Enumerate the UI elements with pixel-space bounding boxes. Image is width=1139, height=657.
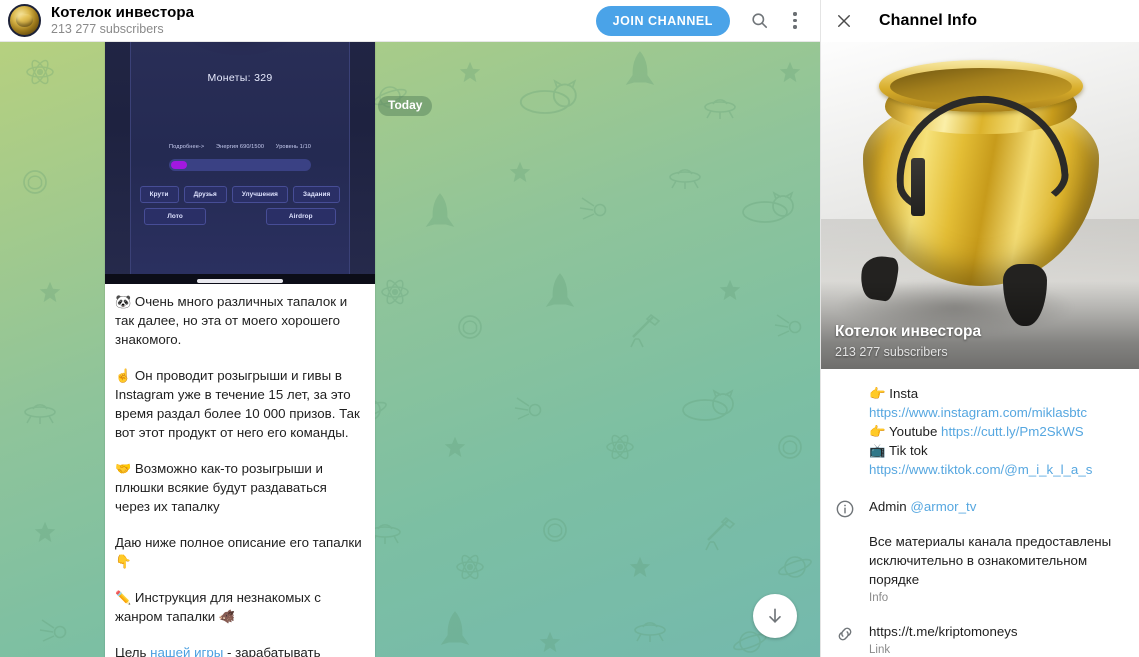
- tiktok-link[interactable]: https://www.tiktok.com/@m_i_k_l_a_s: [869, 462, 1092, 477]
- chat-column: Котелок инвестора 213 277 subscribers JO…: [0, 0, 820, 657]
- tiktok-label: Tik tok: [889, 443, 928, 458]
- message-paragraph-2: ☝️ Он проводит розыгрыши и гивы в Instag…: [115, 366, 365, 442]
- date-chip: Today: [378, 96, 433, 116]
- message-paragraph-3: 🤝 Возможно как-то розыгрыши и плюшки вся…: [115, 459, 365, 516]
- channel-info-panel: Channel Info Котелок инвестора 213 277 s…: [820, 0, 1139, 657]
- goal-prefix: Цель: [115, 645, 151, 657]
- channel-link-url[interactable]: https://t.me/kriptomoneys: [869, 622, 1125, 641]
- paragraph-3-text: Возможно как-то розыгрыши и плюшки всяки…: [115, 461, 327, 514]
- join-channel-button[interactable]: JOIN CHANNEL: [595, 5, 730, 36]
- info-row-about[interactable]: Admin @armor_tv Все материалы канала пре…: [821, 488, 1139, 613]
- channel-title: Котелок инвестора: [51, 4, 195, 21]
- game-button-upgrades[interactable]: Улучшения: [231, 186, 288, 203]
- paragraph-4-text: Даю ниже полное описание его тапалки 👇: [115, 535, 362, 569]
- paragraph-1-text: Очень много различных тапалок и так дале…: [115, 294, 348, 347]
- game-screenshot: Монеты: 329 Подробнее-> Энергия 690/1500…: [105, 42, 375, 284]
- more-dots: [793, 12, 797, 29]
- admin-line: Admin @armor_tv: [869, 497, 1125, 516]
- insta-label: Insta: [889, 386, 919, 401]
- info-row-link[interactable]: https://t.me/kriptomoneys Link: [821, 613, 1139, 657]
- chat-header: Котелок инвестора 213 277 subscribers JO…: [0, 0, 820, 42]
- chat-header-texts[interactable]: Котелок инвестора 213 277 subscribers: [51, 4, 596, 37]
- insta-pointer-emoji: 👉: [869, 386, 886, 401]
- close-icon[interactable]: [829, 6, 859, 36]
- link-row-body: https://t.me/kriptomoneys Link: [869, 622, 1125, 656]
- our-game-link[interactable]: нашей игры: [150, 645, 223, 657]
- arrow-down-icon: [769, 608, 781, 623]
- message-paragraph-5: ✏️ Инструкция для незнакомых с жанром та…: [115, 588, 365, 626]
- instagram-link[interactable]: https://www.instagram.com/miklasbtc: [869, 405, 1087, 420]
- handshake-emoji: 🤝: [115, 461, 132, 476]
- search-icon[interactable]: [744, 6, 774, 36]
- links-row-body: 👉 Insta https://www.instagram.com/miklas…: [869, 384, 1125, 479]
- admin-prefix: Admin: [869, 499, 911, 514]
- game-progress-bar: [169, 159, 311, 171]
- channel-hero-image[interactable]: Котелок инвестора 213 277 subscribers: [821, 42, 1139, 369]
- channel-description: Все материалы канала предоставлены исклю…: [869, 534, 1112, 587]
- info-label: Info: [869, 592, 889, 604]
- message-paragraph-4: Даю ниже полное описание его тапалки 👇: [115, 533, 365, 571]
- game-stats-row: Подробнее-> Энергия 690/1500 Уровень 1/1…: [169, 144, 311, 150]
- youtube-link[interactable]: https://cutt.ly/Pm2SkWS: [941, 424, 1084, 439]
- hero-channel-name: Котелок инвестора: [835, 323, 982, 340]
- game-button-spin[interactable]: Крути: [139, 186, 179, 203]
- message-text: 🐼 Очень много различных тапалок и так да…: [105, 284, 375, 657]
- chat-message-area[interactable]: Today Монеты: 329 Подробнее-> Энергия 69…: [0, 42, 820, 657]
- admin-handle-link[interactable]: @armor_tv: [910, 499, 976, 514]
- info-circle-icon: [835, 497, 869, 524]
- paragraph-2-text: Он проводит розыгрыши и гивы в Instagram…: [115, 368, 360, 440]
- tv-emoji: 📺: [869, 443, 886, 458]
- hero-subscribers: 213 277 subscribers: [835, 345, 948, 359]
- game-coins-label: Монеты: 329: [207, 72, 273, 84]
- telegram-window: Котелок инвестора 213 277 subscribers JO…: [0, 0, 1139, 657]
- game-buttons-row-2: Лото Airdrop: [144, 208, 336, 225]
- message-photo[interactable]: Монеты: 329 Подробнее-> Энергия 690/1500…: [105, 42, 375, 284]
- message-paragraph-goal: Цель нашей игры - зарабатывать монеты вм…: [115, 643, 365, 657]
- message-paragraph-1: 🐼 Очень много различных тапалок и так да…: [115, 292, 365, 349]
- channel-info-rows: 👉 Insta https://www.instagram.com/miklas…: [821, 369, 1139, 657]
- point-up-emoji: ☝️: [115, 368, 132, 383]
- cauldron-image: [855, 50, 1107, 326]
- game-button-friends[interactable]: Друзья: [183, 186, 227, 203]
- game-button-lotto[interactable]: Лото: [144, 208, 206, 225]
- channel-info-title: Channel Info: [879, 12, 978, 29]
- social-links-text: 👉 Insta https://www.instagram.com/miklas…: [869, 384, 1125, 479]
- channel-info-header: Channel Info: [821, 0, 1139, 42]
- scroll-to-bottom-button[interactable]: [753, 594, 797, 638]
- about-row-body: Admin @armor_tv Все материалы канала пре…: [869, 497, 1125, 604]
- channel-subscribers: 213 277 subscribers: [51, 22, 164, 36]
- game-buttons-row-1: Крути Друзья Улучшения Задания: [139, 186, 341, 203]
- youtube-label: Youtube: [889, 424, 942, 439]
- channel-avatar-icon[interactable]: [8, 4, 41, 37]
- game-home-indicator: [197, 279, 283, 283]
- game-phone-frame: Монеты: 329 Подробнее-> Энергия 690/1500…: [130, 42, 350, 276]
- cauldron-bracket: [910, 158, 925, 216]
- youtube-pointer-emoji: 👉: [869, 424, 886, 439]
- info-row-links[interactable]: 👉 Insta https://www.instagram.com/miklas…: [821, 375, 1139, 488]
- link-label: Link: [869, 644, 891, 656]
- game-button-tasks[interactable]: Задания: [292, 186, 341, 203]
- paragraph-5-text: Инструкция для незнакомых с жанром тапал…: [115, 590, 321, 624]
- message-bubble[interactable]: Монеты: 329 Подробнее-> Энергия 690/1500…: [105, 42, 375, 657]
- panda-emoji: 🐼: [115, 294, 132, 309]
- pencil-emoji: ✏️: [115, 590, 132, 605]
- links-row-icon-slot: [835, 384, 869, 386]
- game-level-label: Уровень 1/10: [275, 144, 311, 150]
- link-icon: [835, 622, 869, 649]
- game-button-airdrop[interactable]: Airdrop: [265, 208, 336, 225]
- more-vertical-icon[interactable]: [780, 6, 810, 36]
- game-details-link[interactable]: Подробнее->: [169, 144, 204, 150]
- game-energy-label: Энергия 690/1500: [216, 144, 265, 150]
